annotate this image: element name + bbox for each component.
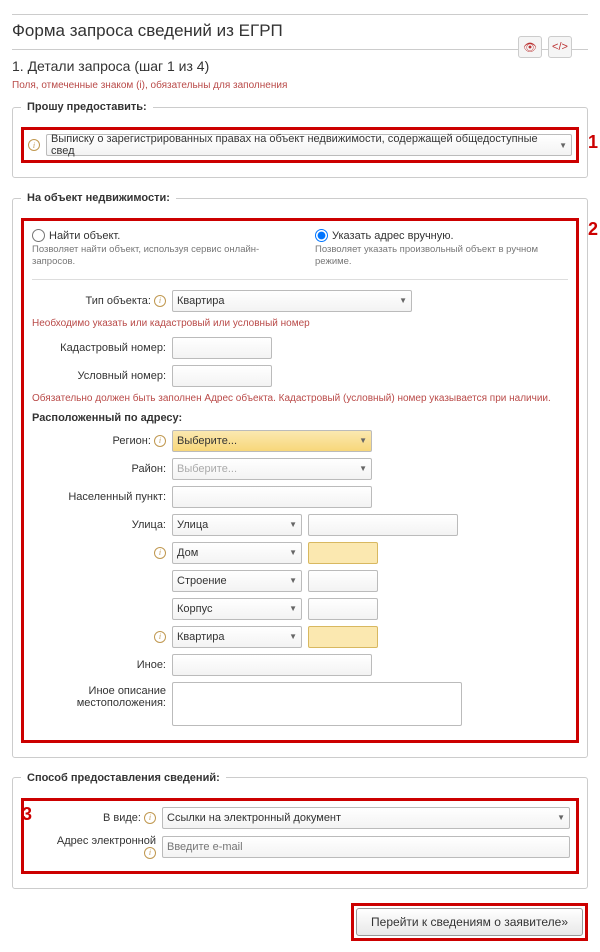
delivery-form-select[interactable]: Ссылки на электронный документ▼	[162, 807, 570, 829]
callout-2: 2	[588, 219, 598, 240]
conditional-input[interactable]	[172, 365, 272, 387]
locality-input[interactable]	[172, 486, 372, 508]
fs-provide-legend: Прошу предоставить:	[21, 101, 153, 113]
district-select[interactable]: Выберите...▼	[172, 458, 372, 480]
house-select[interactable]: Дом▼	[172, 542, 302, 564]
callout-1: 1	[588, 132, 598, 153]
building-select[interactable]: Строение▼	[172, 570, 302, 592]
corpus-select[interactable]: Корпус▼	[172, 598, 302, 620]
fs-delivery: Способ предоставления сведений: 3 В виде…	[12, 772, 588, 889]
chevron-down-icon: ▼	[559, 141, 567, 150]
cadastral-input[interactable]	[172, 337, 272, 359]
street-type-select[interactable]: Улица▼	[172, 514, 302, 536]
warn-cad-or-cond: Необходимо указать или кадастровый или у…	[32, 318, 568, 329]
other-desc-textarea[interactable]	[172, 682, 462, 726]
view-icon[interactable]: 👁	[518, 36, 542, 58]
required-note: Поля, отмеченные знаком (i), обязательны…	[12, 80, 588, 91]
fs-delivery-legend: Способ предоставления сведений:	[21, 772, 226, 784]
callout-3: 3	[22, 804, 32, 825]
fs-provide: Прошу предоставить: 1 i Выписку о зареги…	[12, 101, 588, 178]
doc-type-select[interactable]: Выписку о зарегистрированных правах на о…	[46, 134, 572, 156]
object-type-select[interactable]: Квартира▼	[172, 290, 412, 312]
radio-manual[interactable]: Указать адрес вручную.	[315, 229, 568, 242]
street-input[interactable]	[308, 514, 458, 536]
apartment-select[interactable]: Квартира▼	[172, 626, 302, 648]
code-icon[interactable]: </>	[548, 36, 572, 58]
warn-addr-required: Обязательно должен быть заполнен Адрес о…	[32, 393, 568, 404]
email-input[interactable]	[162, 836, 570, 858]
radio-find[interactable]: Найти объект.	[32, 229, 285, 242]
page-title: Форма запроса сведений из ЕГРП	[12, 21, 588, 41]
building-input[interactable]	[308, 570, 378, 592]
next-button[interactable]: Перейти к сведениям о заявителе»	[356, 908, 583, 936]
info-icon: i	[28, 139, 40, 151]
address-heading: Расположенный по адресу:	[32, 412, 568, 424]
corpus-input[interactable]	[308, 598, 378, 620]
fs-object: На объект недвижимости: 2 Найти объект. …	[12, 192, 588, 758]
fs-object-legend: На объект недвижимости:	[21, 192, 176, 204]
apartment-input[interactable]	[308, 626, 378, 648]
region-select[interactable]: Выберите...▼	[172, 430, 372, 452]
house-input[interactable]	[308, 542, 378, 564]
other-input[interactable]	[172, 654, 372, 676]
step-heading: 1. Детали запроса (шаг 1 из 4)	[12, 58, 588, 74]
